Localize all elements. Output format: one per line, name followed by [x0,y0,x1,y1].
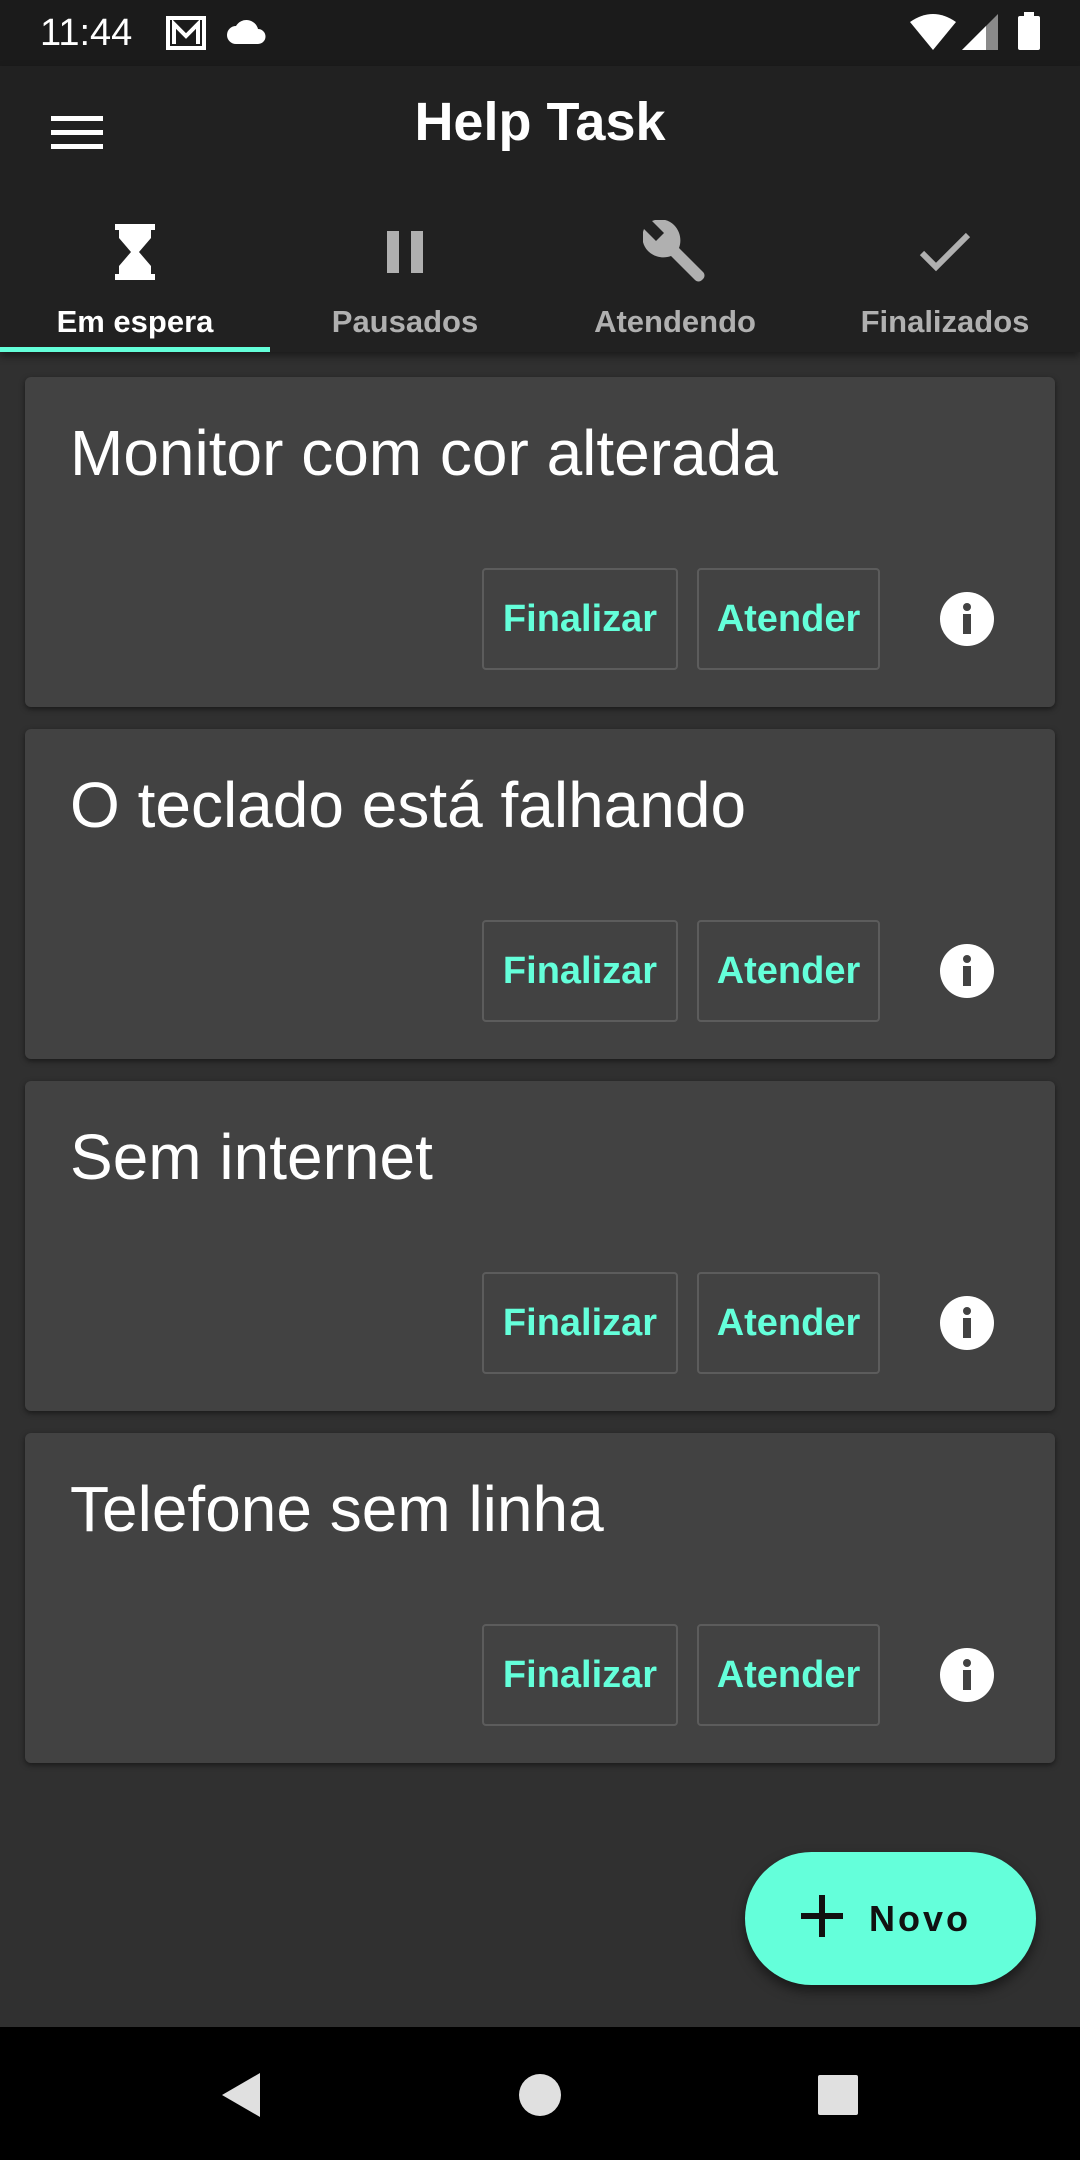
atender-button[interactable]: Atender [697,920,880,1022]
back-icon[interactable] [212,2065,272,2125]
system-nav-bar [0,2027,1080,2160]
status-time: 11:44 [40,12,133,54]
tab-atendendo[interactable]: Atendendo [540,182,810,352]
wifi-icon [910,14,956,55]
atender-button[interactable]: Atender [697,1624,880,1726]
ticket-card[interactable]: Monitor com cor alterada Finalizar Atend… [25,377,1055,707]
recents-icon[interactable] [808,2065,868,2125]
app-bar: Help Task Em espera Pausados Atendendo F… [0,66,1080,352]
ticket-card[interactable]: Sem internet Finalizar Atender [25,1081,1055,1411]
status-bar: 11:44 [0,0,1080,66]
finalizar-button[interactable]: Finalizar [482,1272,678,1374]
finalizar-button[interactable]: Finalizar [482,1624,678,1726]
pause-icon [373,220,437,284]
check-icon [913,220,977,284]
ticket-title: Monitor com cor alterada [70,417,778,489]
info-icon[interactable] [939,1647,995,1703]
active-tab-indicator [0,347,270,352]
tab-bar: Em espera Pausados Atendendo Finalizados [0,182,1080,352]
app-title: Help Task [414,92,666,152]
home-icon[interactable] [510,2065,570,2125]
finalizar-button[interactable]: Finalizar [482,920,678,1022]
wrench-icon [643,220,707,284]
novo-button[interactable]: Novo [745,1852,1036,1985]
atender-button[interactable]: Atender [697,568,880,670]
tab-label: Finalizados [860,304,1030,339]
gmail-icon [166,16,206,55]
finalizar-button[interactable]: Finalizar [482,568,678,670]
info-icon[interactable] [939,591,995,647]
ticket-card[interactable]: Telefone sem linha Finalizar Atender [25,1433,1055,1763]
tab-label: Atendendo [594,304,756,339]
signal-icon [962,14,998,55]
ticket-list: Monitor com cor alterada Finalizar Atend… [25,377,1055,1785]
tab-finalizados[interactable]: Finalizados [810,182,1080,352]
tab-label: Pausados [331,304,479,339]
ticket-title: Sem internet [70,1121,433,1193]
ticket-title: O teclado está falhando [70,769,747,841]
cloud-icon [226,18,268,51]
hourglass-icon [103,220,167,284]
ticket-card[interactable]: O teclado está falhando Finalizar Atende… [25,729,1055,1059]
ticket-title: Telefone sem linha [70,1473,604,1545]
tab-em-espera[interactable]: Em espera [0,182,270,352]
tab-pausados[interactable]: Pausados [270,182,540,352]
atender-button[interactable]: Atender [697,1272,880,1374]
info-icon[interactable] [939,943,995,999]
plus-icon [801,1895,843,1942]
info-icon[interactable] [939,1295,995,1351]
tab-label: Em espera [56,304,214,339]
battery-icon [1018,12,1040,55]
novo-button-label: Novo [869,1897,971,1939]
